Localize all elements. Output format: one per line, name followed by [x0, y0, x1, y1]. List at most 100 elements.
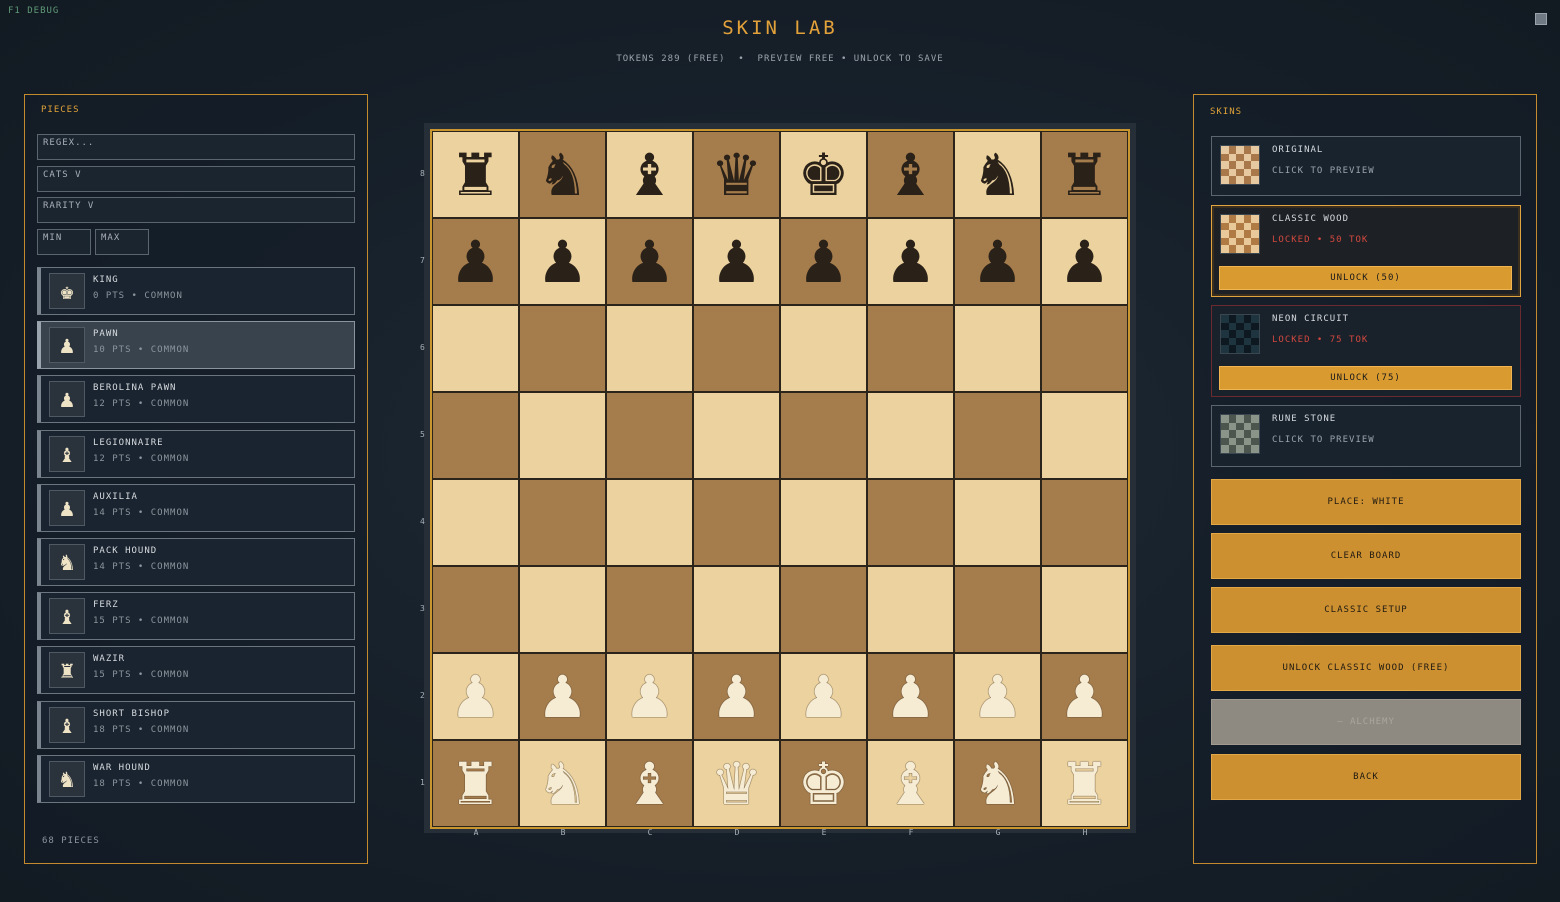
back-button[interactable]: BACK: [1211, 754, 1521, 800]
board-square[interactable]: ♟: [519, 218, 606, 305]
board-square[interactable]: [954, 479, 1041, 566]
piece-list-item[interactable]: ♟ BEROLINA PAWN 12 PTS • COMMON: [37, 375, 355, 423]
board-square[interactable]: ♟: [606, 218, 693, 305]
board-square[interactable]: [867, 305, 954, 392]
board-square[interactable]: [954, 305, 1041, 392]
skin-neon-circuit[interactable]: NEON CIRCUIT LOCKED • 75 TOK UNLOCK (75): [1211, 305, 1521, 397]
board-square[interactable]: [1041, 305, 1128, 392]
board-square[interactable]: [780, 392, 867, 479]
board-square[interactable]: [693, 479, 780, 566]
board-square[interactable]: [693, 392, 780, 479]
black-piece-icon[interactable]: ♟: [537, 233, 589, 291]
board-square[interactable]: ♟: [432, 653, 519, 740]
white-piece-icon[interactable]: ♜: [450, 755, 502, 813]
piece-list-item[interactable]: ♜ WAZIR 15 PTS • COMMON: [37, 646, 355, 694]
board-square[interactable]: ♚: [780, 740, 867, 827]
board-square[interactable]: ♟: [954, 653, 1041, 740]
board-square[interactable]: ♟: [693, 653, 780, 740]
cats-dropdown[interactable]: CATS V: [37, 166, 355, 192]
board-square[interactable]: ♞: [954, 740, 1041, 827]
max-points-input[interactable]: MAX: [95, 229, 149, 255]
board-square[interactable]: [867, 392, 954, 479]
board-square[interactable]: ♟: [780, 218, 867, 305]
board-square[interactable]: [606, 305, 693, 392]
black-piece-icon[interactable]: ♟: [798, 233, 850, 291]
board-square[interactable]: [606, 479, 693, 566]
board-square[interactable]: [693, 566, 780, 653]
board-square[interactable]: ♝: [867, 740, 954, 827]
board-square[interactable]: [1041, 392, 1128, 479]
piece-list-item[interactable]: ♝ FERZ 15 PTS • COMMON: [37, 592, 355, 640]
white-piece-icon[interactable]: ♟: [624, 668, 676, 726]
board-square[interactable]: [519, 305, 606, 392]
board-square[interactable]: ♜: [1041, 131, 1128, 218]
piece-list-item[interactable]: ♟ AUXILIA 14 PTS • COMMON: [37, 484, 355, 532]
piece-list-item[interactable]: ♝ LEGIONNAIRE 12 PTS • COMMON: [37, 430, 355, 478]
black-piece-icon[interactable]: ♝: [624, 146, 676, 204]
skin-rune-stone[interactable]: RUNE STONE CLICK TO PREVIEW: [1211, 405, 1521, 467]
black-piece-icon[interactable]: ♚: [798, 146, 850, 204]
board-square[interactable]: [432, 305, 519, 392]
board-square[interactable]: ♞: [954, 131, 1041, 218]
black-piece-icon[interactable]: ♛: [711, 146, 763, 204]
board-square[interactable]: [867, 479, 954, 566]
white-piece-icon[interactable]: ♛: [711, 755, 763, 813]
board-square[interactable]: [1041, 566, 1128, 653]
board-square[interactable]: ♟: [432, 218, 519, 305]
board-square[interactable]: ♟: [780, 653, 867, 740]
white-piece-icon[interactable]: ♚: [798, 755, 850, 813]
black-piece-icon[interactable]: ♟: [624, 233, 676, 291]
white-piece-icon[interactable]: ♞: [972, 755, 1024, 813]
black-piece-icon[interactable]: ♟: [885, 233, 937, 291]
unlock-neon-circuit-button[interactable]: UNLOCK (75): [1219, 366, 1512, 390]
board-square[interactable]: ♟: [1041, 653, 1128, 740]
board-square[interactable]: ♝: [867, 131, 954, 218]
board-square[interactable]: [780, 479, 867, 566]
skin-original[interactable]: ORIGINAL CLICK TO PREVIEW: [1211, 136, 1521, 196]
board-square[interactable]: [519, 479, 606, 566]
white-piece-icon[interactable]: ♟: [798, 668, 850, 726]
board-square[interactable]: [693, 305, 780, 392]
black-piece-icon[interactable]: ♟: [972, 233, 1024, 291]
board-square[interactable]: [606, 392, 693, 479]
board-square[interactable]: ♟: [693, 218, 780, 305]
piece-list-item[interactable]: ♚ KING 0 PTS • COMMON: [37, 267, 355, 315]
board-square[interactable]: [606, 566, 693, 653]
board-square[interactable]: ♝: [606, 131, 693, 218]
board-square[interactable]: ♟: [867, 653, 954, 740]
board-square[interactable]: [867, 566, 954, 653]
board-square[interactable]: ♟: [519, 653, 606, 740]
board-square[interactable]: ♚: [780, 131, 867, 218]
black-piece-icon[interactable]: ♞: [537, 146, 589, 204]
board-square[interactable]: [432, 392, 519, 479]
board-square[interactable]: ♝: [606, 740, 693, 827]
piece-list-item[interactable]: ♟ PAWN 10 PTS • COMMON: [37, 321, 355, 369]
board-square[interactable]: ♛: [693, 131, 780, 218]
board-square[interactable]: [432, 479, 519, 566]
unlock-free-button[interactable]: UNLOCK CLASSIC WOOD (FREE): [1211, 645, 1521, 691]
black-piece-icon[interactable]: ♜: [1059, 146, 1111, 204]
classic-setup-button[interactable]: CLASSIC SETUP: [1211, 587, 1521, 633]
board-square[interactable]: ♜: [432, 131, 519, 218]
board-square[interactable]: [519, 566, 606, 653]
black-piece-icon[interactable]: ♟: [450, 233, 502, 291]
skin-classic-wood[interactable]: CLASSIC WOOD LOCKED • 50 TOK UNLOCK (50): [1211, 205, 1521, 297]
board-square[interactable]: ♟: [867, 218, 954, 305]
clear-board-button[interactable]: CLEAR BOARD: [1211, 533, 1521, 579]
white-piece-icon[interactable]: ♝: [624, 755, 676, 813]
white-piece-icon[interactable]: ♜: [1059, 755, 1111, 813]
board-square[interactable]: ♟: [606, 653, 693, 740]
black-piece-icon[interactable]: ♝: [885, 146, 937, 204]
black-piece-icon[interactable]: ♟: [1059, 233, 1111, 291]
white-piece-icon[interactable]: ♟: [1059, 668, 1111, 726]
white-piece-icon[interactable]: ♟: [972, 668, 1024, 726]
piece-list-item[interactable]: ♞ WAR HOUND 18 PTS • COMMON: [37, 755, 355, 803]
board-square[interactable]: [780, 305, 867, 392]
regex-search-input[interactable]: REGEX...: [37, 134, 355, 160]
white-piece-icon[interactable]: ♟: [450, 668, 502, 726]
board-square[interactable]: ♞: [519, 131, 606, 218]
board-square[interactable]: [954, 566, 1041, 653]
board-square[interactable]: ♜: [1041, 740, 1128, 827]
rarity-dropdown[interactable]: RARITY V: [37, 197, 355, 223]
white-piece-icon[interactable]: ♝: [885, 755, 937, 813]
